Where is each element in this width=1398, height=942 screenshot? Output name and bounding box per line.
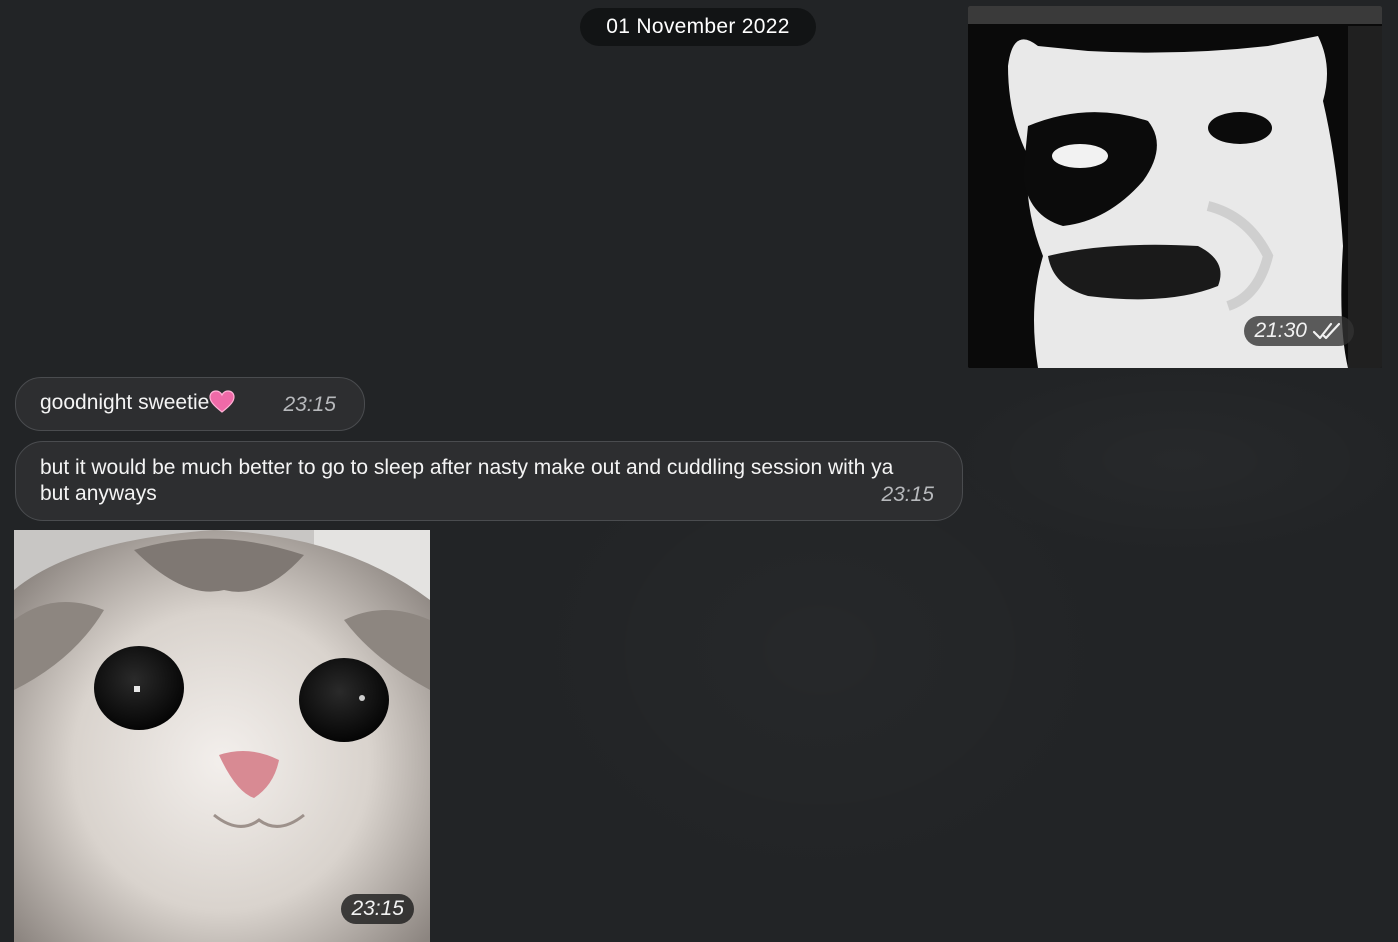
date-separator: 01 November 2022 xyxy=(580,8,816,46)
message-text: but it would be much better to go to sle… xyxy=(40,456,894,505)
message-time: 23:15 xyxy=(351,897,404,920)
message-text: goodnight sweetie xyxy=(40,391,210,414)
outgoing-photo-message[interactable]: 21:30 xyxy=(968,6,1382,368)
pink-heart-icon xyxy=(209,390,235,413)
message-time: 23:15 xyxy=(283,393,336,416)
incoming-message-bubble[interactable]: goodnight sweetie 23:15 xyxy=(15,377,365,431)
message-time: 23:15 xyxy=(881,483,934,506)
kitten-photo-image xyxy=(14,530,430,942)
chat-view: 01 November 2022 21:30 goodnight sweetie… xyxy=(0,0,1398,942)
incoming-photo-time-badge: 23:15 xyxy=(341,894,414,924)
incoming-message-bubble[interactable]: but it would be much better to go to sle… xyxy=(15,441,963,521)
double-check-icon xyxy=(1312,322,1341,340)
cat-photo-image xyxy=(968,6,1382,368)
message-time: 21:30 xyxy=(1254,319,1307,342)
outgoing-photo-time-badge: 21:30 xyxy=(1244,316,1354,346)
incoming-photo-message[interactable]: 23:15 xyxy=(14,530,430,942)
